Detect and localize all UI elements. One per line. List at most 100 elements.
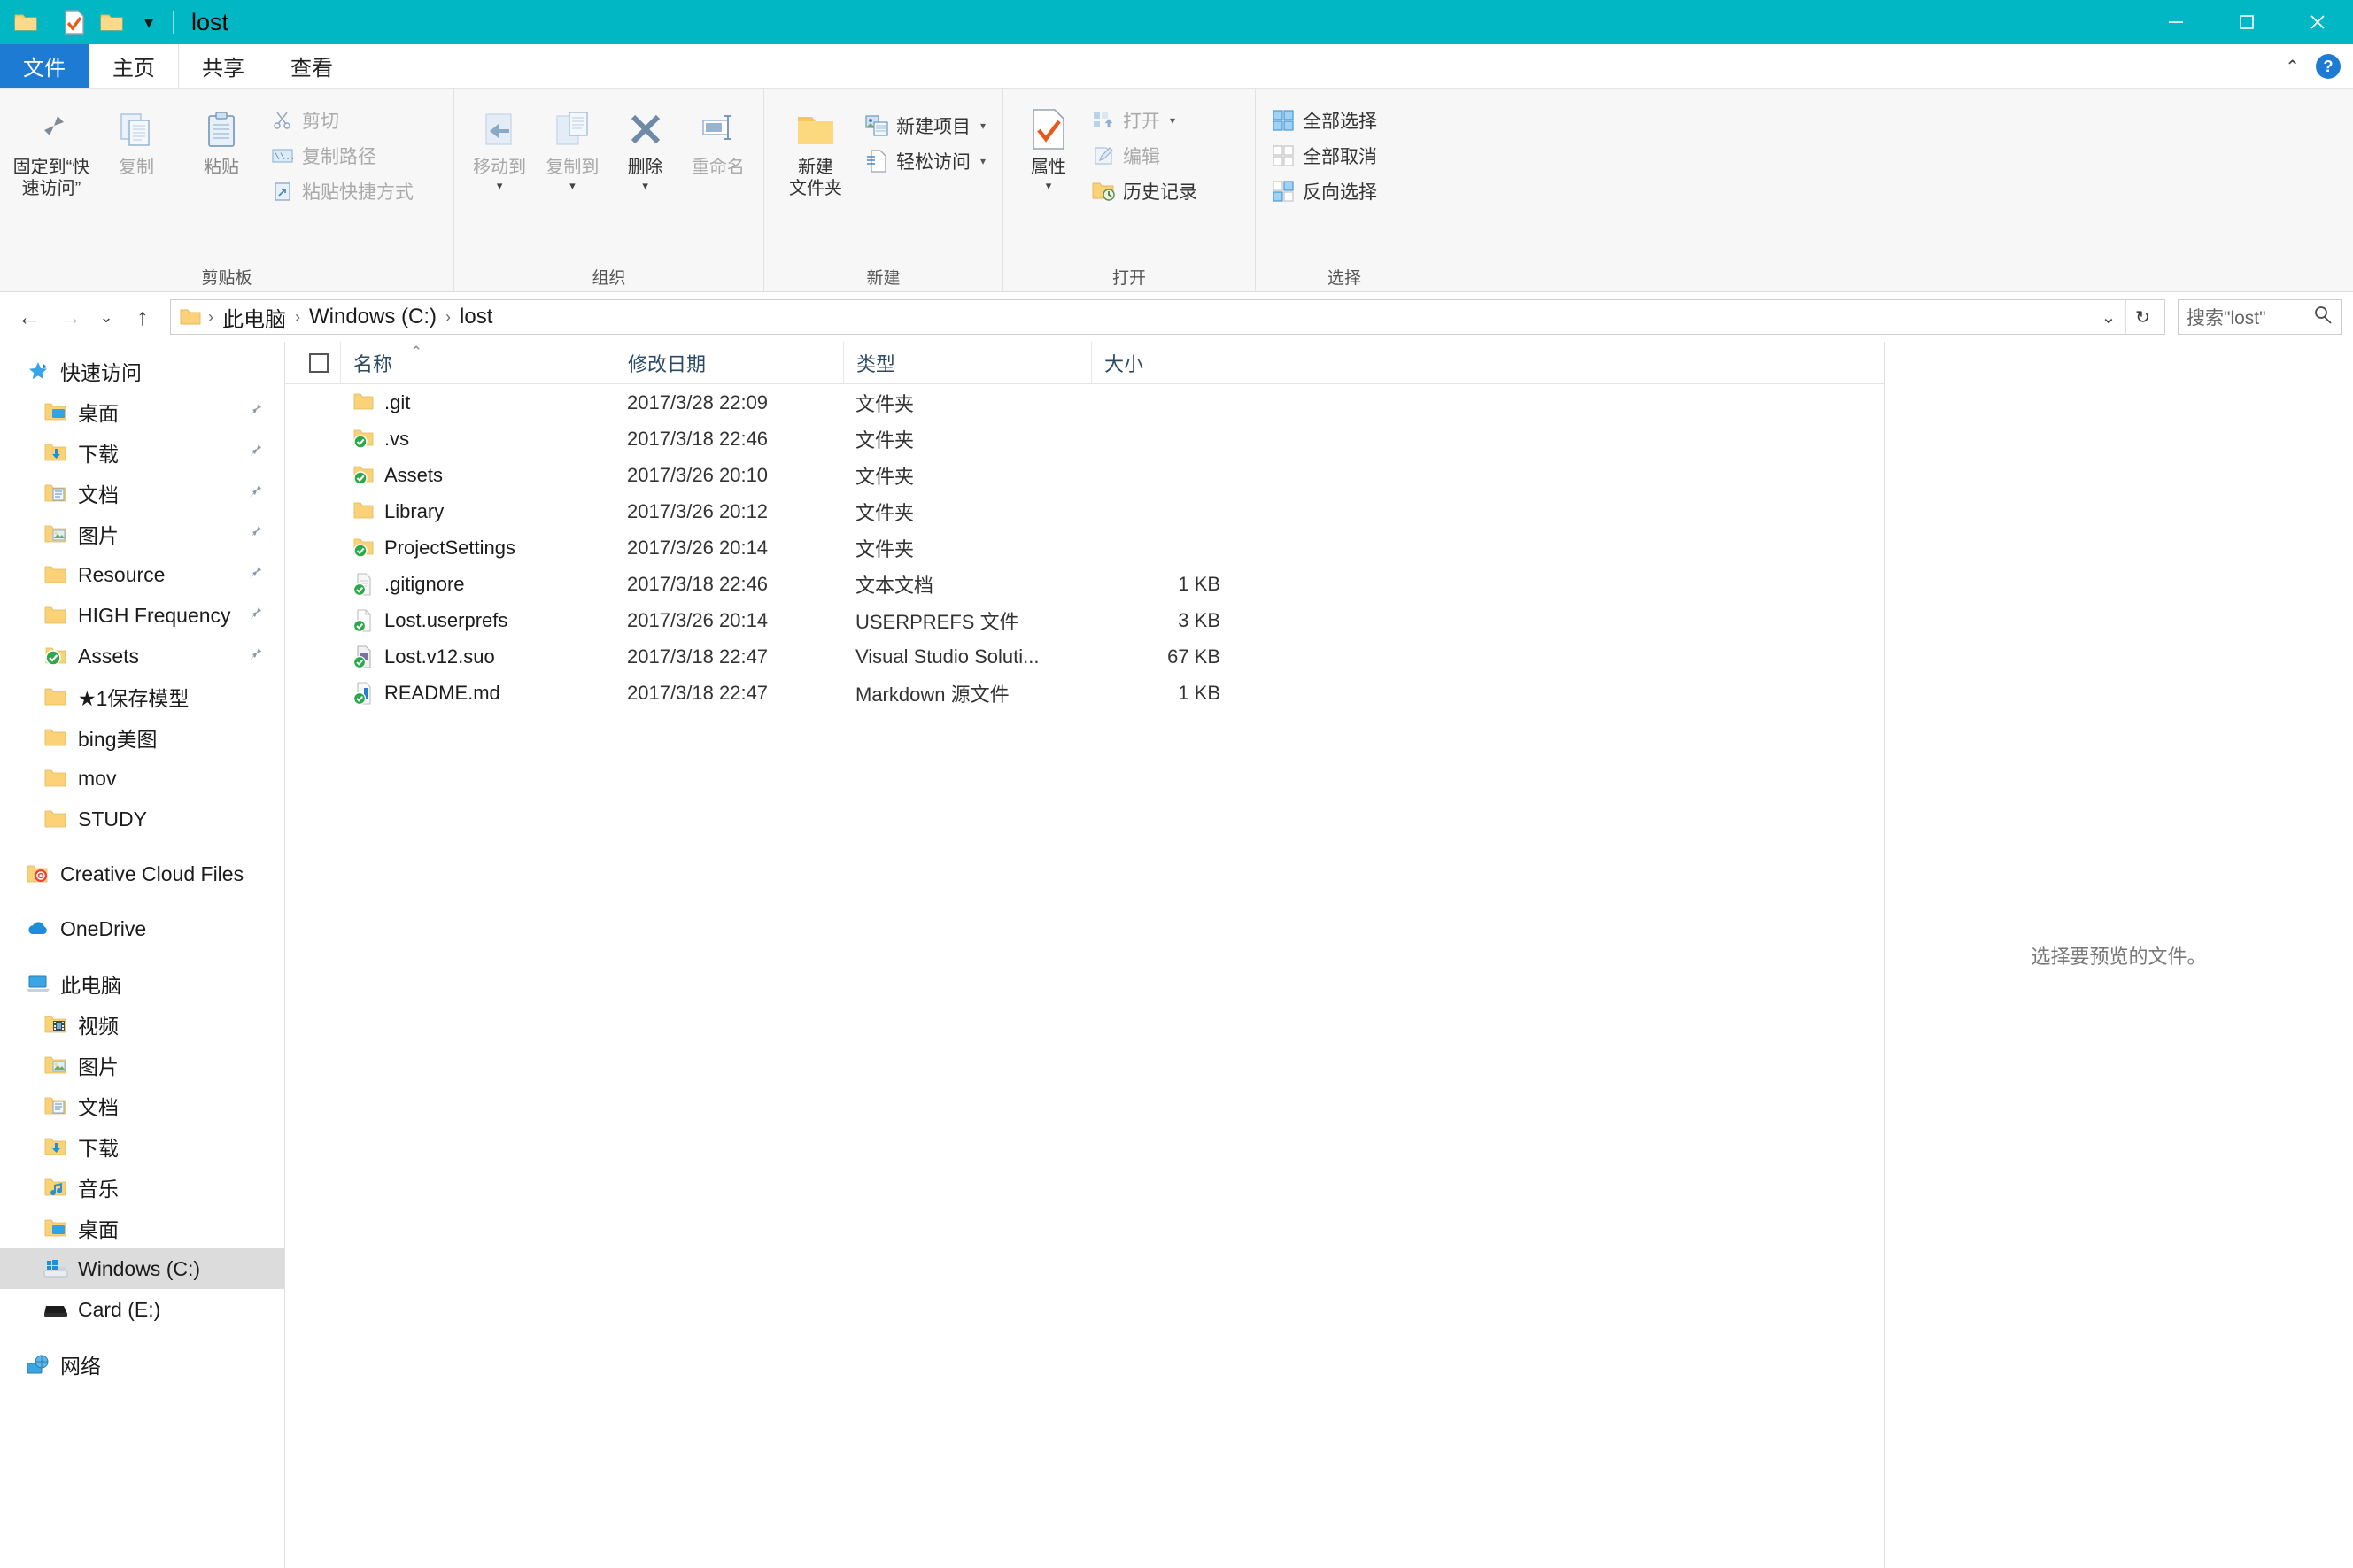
sidebar-item-creative-cloud-files[interactable]: Creative Cloud Files (0, 854, 284, 894)
table-row[interactable]: Lost.v12.suo 2017/3/18 22:47 Visual Stud… (285, 638, 1884, 675)
move-to-caret[interactable]: ▾ (497, 180, 503, 191)
sidebar-item-downloads-pc[interactable]: 下载 (0, 1126, 284, 1167)
row-name-cell[interactable]: Assets (340, 457, 615, 493)
sidebar-item-windows-c[interactable]: Windows (C:) (0, 1248, 284, 1289)
sidebar-header-this-pc[interactable]: 此电脑 (0, 963, 284, 1004)
column-header-date[interactable]: 修改日期 (615, 341, 843, 384)
table-row[interactable]: Library 2017/3/26 20:12 文件夹 (285, 493, 1884, 529)
new-item-caret[interactable]: ▾ (980, 120, 986, 132)
history-button[interactable]: 历史记录 (1085, 174, 1204, 209)
row-name-cell[interactable]: ProjectSettings (340, 529, 615, 566)
sidebar-item-pictures-pc[interactable]: 图片 (0, 1045, 284, 1085)
row-name-cell[interactable]: Lost.userprefs (340, 602, 615, 638)
search-input[interactable]: 搜索"lost" (2187, 304, 2266, 330)
row-checkbox-cell[interactable] (285, 638, 340, 675)
sidebar-item-downloads-qa[interactable]: 下载 (0, 432, 284, 473)
navigation-pane[interactable]: 快速访问 桌面 下载 文档 图片 Resource HIGH Frequency… (0, 342, 285, 1568)
sidebar-item-bing-meitu[interactable]: bing美图 (0, 717, 284, 758)
row-name-cell[interactable]: Library (340, 493, 615, 529)
tab-home[interactable]: 主页 (89, 44, 179, 88)
row-name-cell[interactable]: .git (340, 384, 615, 421)
breadcrumb-windows-c[interactable]: Windows (C:) (304, 305, 442, 329)
rename-button[interactable]: 重命名 (682, 99, 755, 184)
easy-access-caret[interactable]: ▾ (980, 155, 986, 167)
delete-caret[interactable]: ▾ (642, 180, 648, 191)
sidebar-item-desktop-pc[interactable]: 桌面 (0, 1208, 284, 1248)
table-row[interactable]: Lost.userprefs 2017/3/26 20:14 USERPREFS… (285, 602, 1884, 638)
sidebar-item-mov[interactable]: mov (0, 758, 284, 799)
copy-to-caret[interactable]: ▾ (569, 180, 576, 191)
cut-button[interactable]: 剪切 (264, 103, 421, 138)
sidebar-item-study[interactable]: STUDY (0, 799, 284, 839)
search-box[interactable]: 搜索"lost" (2178, 299, 2342, 335)
tab-view[interactable]: 查看 (267, 44, 356, 88)
pin-icon[interactable] (247, 563, 265, 587)
paste-button[interactable]: 粘贴 (179, 99, 264, 184)
pin-icon[interactable] (247, 645, 265, 668)
paste-shortcut-button[interactable]: 粘贴快捷方式 (264, 174, 421, 209)
row-checkbox-cell[interactable] (285, 675, 340, 711)
table-row[interactable]: README.md 2017/3/18 22:47 Markdown 源文件 1… (285, 675, 1884, 711)
refresh-button[interactable]: ↻ (2125, 300, 2159, 334)
maximize-button[interactable] (2211, 0, 2282, 44)
sidebar-item-documents-qa[interactable]: 文档 (0, 473, 284, 514)
pin-icon[interactable] (247, 482, 265, 506)
pin-icon[interactable] (247, 522, 265, 546)
row-checkbox-cell[interactable] (285, 566, 340, 602)
copy-to-button[interactable]: 复制到 ▾ (536, 99, 608, 197)
invert-selection-button[interactable]: 反向选择 (1265, 174, 1384, 209)
sidebar-item-videos[interactable]: 视频 (0, 1004, 284, 1045)
row-checkbox-cell[interactable] (285, 421, 340, 457)
table-row[interactable]: ProjectSettings 2017/3/26 20:14 文件夹 (285, 529, 1884, 566)
open-button[interactable]: 打开 ▾ (1085, 103, 1204, 138)
sidebar-item-high-frequency[interactable]: HIGH Frequency (0, 595, 284, 636)
new-folder-button[interactable]: 新建 文件夹 (773, 99, 858, 205)
row-checkbox-cell[interactable] (285, 384, 340, 421)
sidebar-item-pictures-qa[interactable]: 图片 (0, 514, 284, 554)
properties-caret[interactable]: ▾ (1046, 180, 1052, 191)
row-name-cell[interactable]: README.md (340, 675, 615, 711)
table-row[interactable]: Assets 2017/3/26 20:10 文件夹 (285, 457, 1884, 493)
forward-button[interactable]: → (51, 298, 89, 336)
open-caret[interactable]: ▾ (1170, 114, 1175, 127)
pin-icon[interactable] (247, 400, 265, 424)
row-checkbox-cell[interactable] (285, 457, 340, 493)
easy-access-button[interactable]: 轻松访问 ▾ (858, 143, 993, 179)
back-button[interactable]: ← (11, 298, 48, 336)
copy-path-button[interactable]: \\.. 复制路径 (264, 138, 421, 174)
select-all-checkbox[interactable] (309, 352, 329, 373)
edit-button[interactable]: 编辑 (1085, 138, 1204, 174)
address-breadcrumb-box[interactable]: › 此电脑 › Windows (C:) › lost ⌄ ↻ (170, 299, 2165, 335)
copy-button[interactable]: 复制 (94, 99, 179, 184)
column-header-type[interactable]: 类型 (843, 341, 1091, 384)
sidebar-item-card-e[interactable]: Card (E:) (0, 1289, 284, 1330)
new-item-button[interactable]: 新建项目 ▾ (858, 108, 993, 143)
help-icon[interactable]: ? (2316, 54, 2341, 79)
sidebar-item-assets[interactable]: Assets (0, 636, 284, 676)
table-row[interactable]: .vs 2017/3/18 22:46 文件夹 (285, 421, 1884, 457)
properties-button[interactable]: 属性 ▾ (1012, 99, 1085, 197)
qat-properties-check-icon[interactable] (56, 4, 93, 41)
qat-customize-caret[interactable]: ▾ (130, 4, 167, 41)
tab-file[interactable]: 文件 (0, 44, 89, 88)
close-button[interactable] (2282, 0, 2353, 44)
pin-to-quick-access-button[interactable]: 固定到“快 速访问” (9, 99, 94, 205)
column-header-name[interactable]: ⌃ 名称 (340, 341, 615, 384)
row-checkbox-cell[interactable] (285, 493, 340, 529)
sidebar-item-onedrive[interactable]: OneDrive (0, 908, 284, 949)
qat-new-folder-icon[interactable] (93, 4, 130, 41)
collapse-ribbon-button[interactable]: ⌃ (2285, 56, 2300, 78)
minimize-button[interactable] (2140, 0, 2211, 44)
breadcrumb-lost[interactable]: lost (454, 305, 498, 329)
move-to-button[interactable]: 移动到 ▾ (463, 99, 536, 197)
row-name-cell[interactable]: .gitignore (340, 566, 615, 602)
sidebar-item-desktop-qa[interactable]: 桌面 (0, 391, 284, 432)
sidebar-item-star1-model[interactable]: ★1保存模型 (0, 676, 284, 717)
sidebar-header-quick-access[interactable]: 快速访问 (0, 351, 284, 391)
recent-locations-button[interactable]: ⌄ (92, 298, 120, 336)
table-row[interactable]: .gitignore 2017/3/18 22:46 文本文档 1 KB (285, 566, 1884, 602)
pin-icon[interactable] (247, 441, 265, 465)
select-all-checkbox-header[interactable] (285, 342, 340, 384)
select-none-button[interactable]: 全部取消 (1265, 138, 1384, 174)
delete-button[interactable]: 删除 ▾ (609, 99, 682, 197)
